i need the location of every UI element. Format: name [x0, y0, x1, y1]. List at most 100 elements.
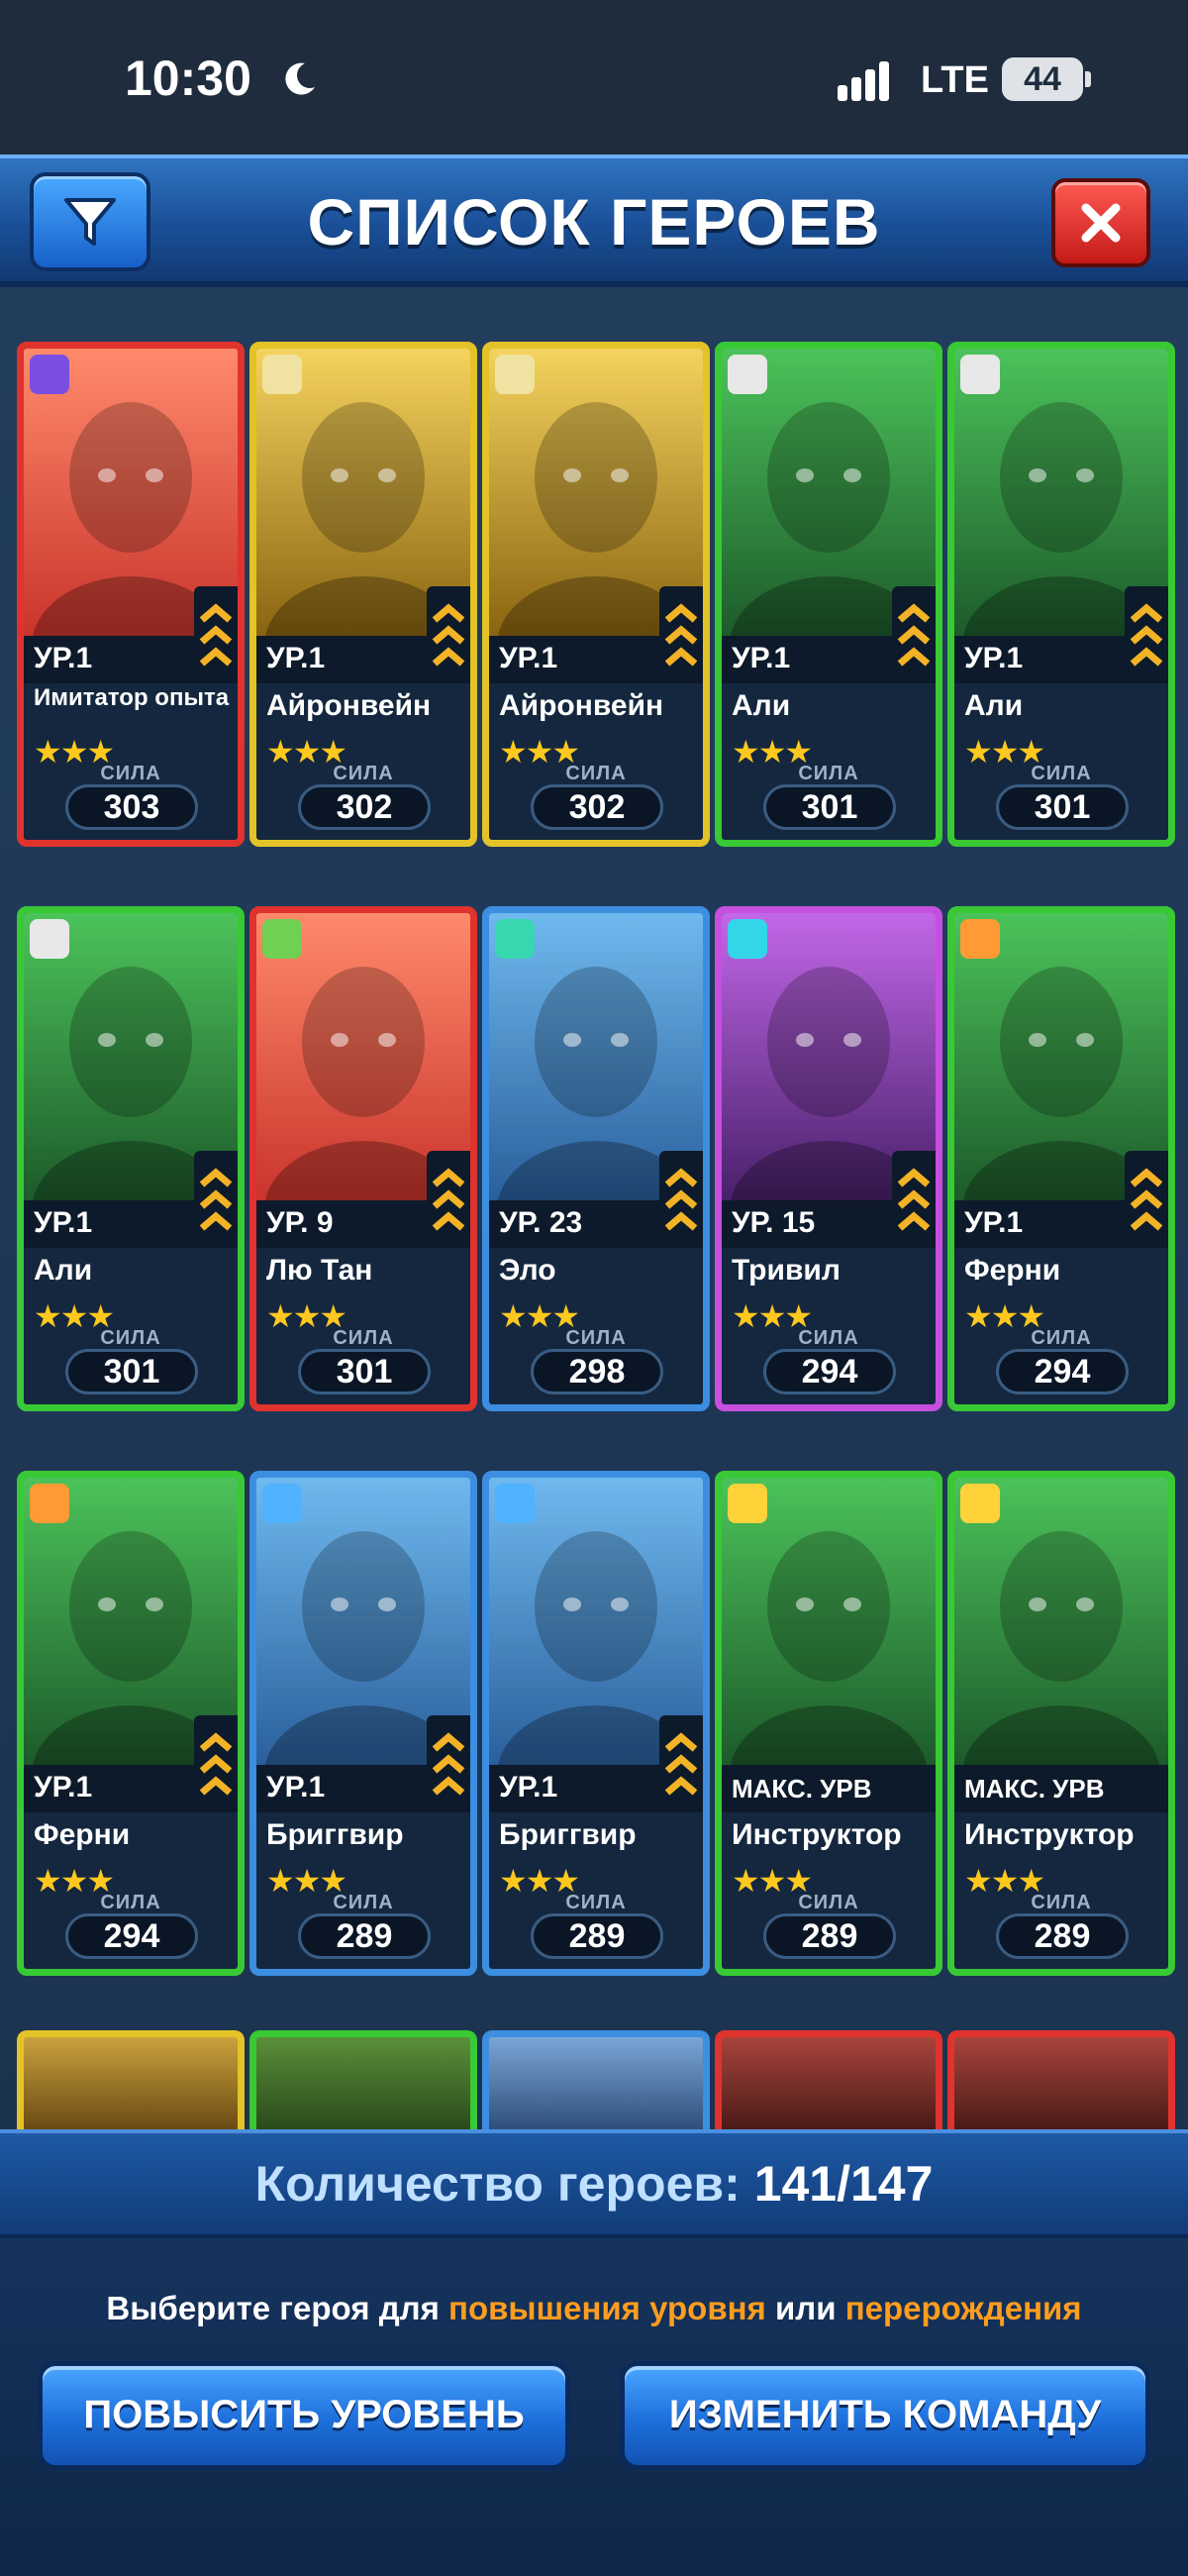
- upgrade-chevron-icon: [892, 586, 936, 683]
- power-label: СИЛА: [565, 1892, 627, 1913]
- hero-card[interactable]: УР.1 Али ★★★ СИЛА 301: [947, 342, 1175, 847]
- upgrade-chevron-icon: [427, 1151, 470, 1248]
- chevron-up-icon: [1130, 1168, 1163, 1231]
- hero-name: Али: [34, 1254, 93, 1287]
- hero-card[interactable]: УР.1 Али ★★★ СИЛА 301: [17, 906, 245, 1411]
- hero-name: Тривил: [732, 1254, 841, 1287]
- hero-power: 289: [996, 1913, 1129, 1959]
- hero-card[interactable]: УР.1 Ферни ★★★ СИЛА 294: [947, 906, 1175, 1411]
- hero-name: Бриггвир: [266, 1818, 404, 1851]
- hero-level: УР.1: [34, 642, 93, 674]
- power-label: СИЛА: [333, 1327, 394, 1349]
- hero-card[interactable]: УР.1 Имитатор опыта ★★★ СИЛА 303: [17, 342, 245, 847]
- upgrade-chevron-icon: [659, 1715, 703, 1812]
- hero-name: Али: [964, 689, 1024, 722]
- close-button[interactable]: [1051, 178, 1150, 267]
- hero-level: УР.1: [34, 1771, 93, 1803]
- hero-card-partial[interactable]: [715, 2030, 942, 2129]
- hero-name: Имитатор опыта: [34, 684, 230, 711]
- upgrade-chevron-icon: [659, 1151, 703, 1248]
- hint-rebirth: перерождения: [844, 2290, 1082, 2326]
- chevron-up-icon: [664, 1732, 698, 1796]
- bull-icon: [262, 1484, 302, 1523]
- holy-icon: [262, 355, 302, 394]
- hero-power: 301: [763, 784, 896, 830]
- xp-plus-icon: [960, 1484, 1000, 1523]
- change-team-button[interactable]: ИЗМЕНИТЬ КОМАНДУ: [620, 2361, 1150, 2470]
- level-up-button[interactable]: ПОВЫСИТЬ УРОВЕНЬ: [38, 2361, 570, 2470]
- hero-level-row: УР.1: [24, 1151, 238, 1248]
- hero-level-row: УР. 15: [722, 1151, 936, 1248]
- footer-panel: Выберите героя для повышения уровня или …: [0, 2238, 1188, 2576]
- experience-icon: [30, 355, 69, 394]
- upgrade-chevron-icon: [892, 1151, 936, 1248]
- instruction-text: Выберите героя для повышения уровня или …: [0, 2290, 1188, 2327]
- bull-icon: [495, 1484, 535, 1523]
- hero-name: Бриггвир: [499, 1818, 637, 1851]
- hero-card[interactable]: УР.1 Ферни ★★★ СИЛА 294: [17, 1471, 245, 1976]
- power-label: СИЛА: [100, 1892, 161, 1913]
- hero-level-row: МАКС. УРВ: [954, 1765, 1168, 1812]
- hero-card[interactable]: УР.1 Айронвейн ★★★ СИЛА 302: [482, 342, 710, 847]
- hero-power: 289: [763, 1913, 896, 1959]
- xp-plus-icon: [728, 1484, 767, 1523]
- power-label: СИЛА: [1031, 1892, 1092, 1913]
- battery-indicator: 44: [1002, 57, 1083, 101]
- chevron-up-icon: [664, 1168, 698, 1231]
- hero-name: Лю Тан: [266, 1254, 373, 1287]
- hero-count-bar: Количество героев: 141/147: [0, 2129, 1188, 2238]
- hero-level-row: УР. 23: [489, 1151, 703, 1248]
- hero-level: УР. 15: [732, 1206, 816, 1239]
- upgrade-chevron-icon: [427, 586, 470, 683]
- hero-level: УР.1: [964, 1206, 1024, 1239]
- hero-level: МАКС. УРВ: [732, 1774, 872, 1803]
- hero-card-partial[interactable]: [947, 2030, 1175, 2129]
- hero-card[interactable]: УР.1 Али ★★★ СИЛА 301: [715, 342, 942, 847]
- hero-card-partial[interactable]: [482, 2030, 710, 2129]
- hero-level: УР.1: [266, 1771, 326, 1803]
- hero-card-partial[interactable]: [249, 2030, 477, 2129]
- lotus-icon: [30, 919, 69, 959]
- hero-name: Айронвейн: [266, 689, 432, 722]
- hero-power: 302: [531, 784, 663, 830]
- hero-power: 302: [298, 784, 431, 830]
- upgrade-chevron-icon: [659, 586, 703, 683]
- hero-card[interactable]: УР. 23 Эло ★★★ СИЛА 298: [482, 906, 710, 1411]
- hero-card[interactable]: УР. 9 Лю Тан ★★★ СИЛА 301: [249, 906, 477, 1411]
- power-label: СИЛА: [100, 1327, 161, 1349]
- chevron-up-icon: [432, 1168, 465, 1231]
- power-label: СИЛА: [333, 763, 394, 784]
- chevron-up-icon: [199, 603, 233, 667]
- hero-power: 294: [996, 1349, 1129, 1394]
- hero-card[interactable]: УР.1 Бриггвир ★★★ СИЛА 289: [249, 1471, 477, 1976]
- tiger-icon: [30, 1484, 69, 1523]
- hero-card[interactable]: УР.1 Айронвейн ★★★ СИЛА 302: [249, 342, 477, 847]
- hero-name: Инструктор: [732, 1818, 902, 1851]
- hint-or: или: [775, 2290, 837, 2326]
- hero-name: Инструктор: [964, 1818, 1135, 1851]
- hero-grid[interactable]: УР.1 Имитатор опыта ★★★ СИЛА 303 УР.1 Айронвей…: [0, 287, 1188, 2129]
- hero-card[interactable]: МАКС. УРВ Инструктор ★★★ СИЛА 289: [947, 1471, 1175, 1976]
- chevron-up-icon: [897, 1168, 931, 1231]
- hero-level-row: УР.1: [256, 586, 470, 683]
- hero-level-row: УР. 9: [256, 1151, 470, 1248]
- hero-power: 301: [298, 1349, 431, 1394]
- hero-portrait: [722, 1478, 936, 1765]
- hint-levelup: повышения уровня: [448, 2290, 766, 2326]
- upgrade-chevron-icon: [194, 1715, 238, 1812]
- hero-power: 301: [65, 1349, 198, 1394]
- power-label: СИЛА: [1031, 1327, 1092, 1349]
- hero-power: 289: [531, 1913, 663, 1959]
- hero-level-row: УР.1: [954, 586, 1168, 683]
- header-bar: СПИСОК ГЕРОЕВ: [0, 155, 1188, 287]
- hero-level: УР.1: [34, 1206, 93, 1239]
- hero-card[interactable]: УР.1 Бриггвир ★★★ СИЛА 289: [482, 1471, 710, 1976]
- hero-card-partial[interactable]: [17, 2030, 245, 2129]
- hero-card[interactable]: УР. 15 Тривил ★★★ СИЛА 294: [715, 906, 942, 1411]
- cellular-signal-icon: [838, 61, 889, 101]
- hero-card[interactable]: МАКС. УРВ Инструктор ★★★ СИЛА 289: [715, 1471, 942, 1976]
- status-bar: 10:30 LTE 44: [0, 0, 1188, 158]
- hero-name: Али: [732, 689, 791, 722]
- power-label: СИЛА: [565, 1327, 627, 1349]
- upgrade-chevron-icon: [1125, 586, 1168, 683]
